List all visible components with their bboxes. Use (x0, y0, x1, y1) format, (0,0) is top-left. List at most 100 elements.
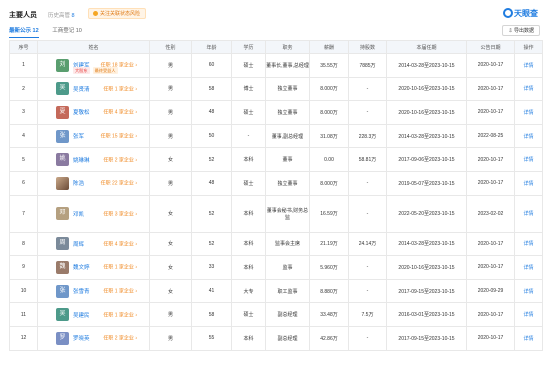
cell-age: 41 (191, 278, 232, 304)
person-name-link[interactable]: 姚琳琳 (73, 156, 90, 164)
details-link[interactable]: 详情 (523, 86, 533, 92)
cell-shares: 7.5万 (348, 302, 387, 327)
col-header-age: 年龄 (191, 40, 232, 54)
related-companies-link[interactable]: 任职 15 家企业 › (101, 133, 137, 140)
cell-gender: 男 (149, 325, 192, 351)
details-link[interactable]: 详情 (523, 63, 533, 69)
cell-name: 周周辉 任职 4 家企业 › (37, 231, 150, 257)
cell-term: 2014-03-28至2023-10-15 (386, 53, 467, 78)
related-companies-link[interactable]: 任职 3 家企业 › (103, 210, 137, 217)
cell-shares: - (348, 255, 387, 280)
col-header-shares[interactable]: 持股数 (348, 40, 387, 54)
details-link[interactable]: 详情 (523, 181, 533, 187)
col-header-term: 本届任期 (386, 40, 467, 54)
export-icon: ⇩ (508, 28, 513, 34)
avatar: 邓 (56, 207, 69, 221)
details-link[interactable]: 详情 (523, 157, 533, 163)
tianyancha-logo: 天眼查 (503, 8, 538, 20)
details-link[interactable]: 详情 (523, 110, 533, 116)
person-name-link[interactable]: 张雪青 (73, 287, 90, 295)
related-companies-link[interactable]: 任职 4 家企业 › (103, 109, 137, 116)
tab-business-registration[interactable]: 工商登记 10 (52, 26, 82, 37)
avatar: 吴 (56, 308, 69, 322)
person-name-link[interactable]: 夏敬松 (73, 108, 90, 116)
cell-action: 详情 (514, 170, 543, 196)
related-companies-link[interactable]: 任职 1 家企业 › (103, 264, 137, 271)
person-name-link[interactable]: 邓凯 (73, 210, 84, 218)
cell-age: 50 (191, 123, 232, 149)
details-link[interactable]: 详情 (523, 289, 533, 295)
cell-position: 独立董事 (265, 100, 310, 125)
cell-position: 副总经理 (265, 325, 310, 351)
person-name-link[interactable]: 吴建民 (73, 311, 90, 319)
cell-gender: 男 (149, 302, 192, 327)
details-link[interactable]: 详情 (523, 241, 533, 247)
related-companies-link[interactable]: 任职 22 家企业 › (101, 180, 137, 187)
details-link[interactable]: 详情 (523, 134, 533, 140)
cell-name: 张张雪青 任职 1 家企业 › (37, 278, 150, 304)
export-data-button[interactable]: ⇩ 导出数据 (502, 25, 540, 36)
cell-index: 10 (9, 278, 38, 304)
cell-salary: 8.880万 (309, 278, 349, 304)
cell-term: 2022-05-20至2023-10-15 (386, 194, 467, 233)
cell-salary: 0.00 (309, 147, 349, 172)
table-row: 4 张张军 任职 15 家企业 › 男 50- 董事,副总经理 31.08万 228.3万 20… (9, 123, 543, 149)
person-name-link[interactable]: 罗晓英 (73, 334, 90, 342)
cell-term: 2014-03-28至2023-10-15 (386, 123, 467, 149)
cell-shares: 58.81万 (348, 147, 387, 172)
avatar: 刘 (56, 58, 69, 72)
cell-age: 48 (191, 100, 232, 125)
cell-index: 2 (9, 76, 38, 102)
cell-salary: 8.000万 (309, 100, 349, 125)
details-link[interactable]: 详情 (523, 312, 533, 318)
related-companies-link[interactable]: 任职 2 家企业 › (103, 156, 137, 163)
cell-shares: - (348, 170, 387, 196)
cell-gender: 女 (149, 278, 192, 304)
cell-announce-date: 2020-10-17 (466, 76, 515, 102)
cell-term: 2020-10-16至2023-10-15 (386, 255, 467, 280)
person-name-link[interactable]: 周辉 (73, 240, 84, 248)
cell-gender: 女 (149, 255, 192, 280)
risk-tag[interactable]: 关注关联状态风险 (88, 8, 147, 19)
cell-announce-date: 2020-10-17 (466, 325, 515, 351)
col-header-education: 学历 (231, 40, 266, 54)
cell-term: 2019-05-07至2023-10-15 (386, 170, 467, 196)
cell-gender: 男 (149, 170, 192, 196)
cell-position: 职工监事 (265, 278, 310, 304)
related-companies-link[interactable]: 任职 1 家企业 › (103, 311, 137, 318)
col-header-name: 姓名 (37, 40, 150, 54)
related-companies-link[interactable]: 任职 2 家企业 › (103, 335, 137, 342)
cell-gender: 男 (149, 53, 192, 78)
cell-shares: - (348, 194, 387, 233)
tab-latest-disclosure[interactable]: 最新公示 12 (9, 26, 39, 38)
related-companies-link[interactable]: 任职 1 家企业 › (103, 85, 137, 92)
cell-salary: 42.86万 (309, 325, 349, 351)
cell-gender: 女 (149, 231, 192, 257)
details-link[interactable]: 详情 (523, 211, 533, 217)
chevron-right-icon: › (135, 133, 137, 140)
person-name-link[interactable]: 魏文婷 (73, 263, 90, 271)
table-row: 5 姚姚琳琳 任职 2 家企业 › 女 52 本科 董事 0.00 58.81万 2017-09-… (9, 147, 543, 172)
cell-announce-date: 2020-09-29 (466, 278, 515, 304)
related-companies-link[interactable]: 任职 1 家企业 › (103, 288, 137, 295)
cell-shares: - (348, 325, 387, 351)
table-row: 3 夏夏敬松 任职 4 家企业 › 男 48 硕士 独立董事 8.000万 -2020-10-1… (9, 100, 543, 125)
cell-position: 监事 (265, 255, 310, 280)
cell-action: 详情 (514, 100, 543, 125)
cell-term: 2017-09-06至2023-10-15 (386, 147, 467, 172)
avatar: 张 (56, 284, 69, 298)
history-executives-link[interactable]: 历史高管 8 (48, 11, 75, 19)
details-link[interactable]: 详情 (523, 265, 533, 271)
person-name-link[interactable]: 吴贤清 (73, 85, 90, 93)
chevron-right-icon: › (135, 211, 137, 218)
chevron-right-icon: › (135, 157, 137, 164)
chevron-right-icon: › (135, 86, 137, 93)
details-link[interactable]: 详情 (523, 336, 533, 342)
cell-position: 董事会秘书,财务总监 (265, 194, 310, 233)
cell-name: 夏夏敬松 任职 4 家企业 › (37, 100, 150, 125)
cell-action: 详情 (514, 278, 543, 304)
col-header-salary[interactable]: 薪酬 (309, 40, 349, 54)
person-name-link[interactable]: 张军 (73, 132, 84, 140)
person-name-link[interactable]: 陈浩 (73, 179, 84, 187)
related-companies-link[interactable]: 任职 4 家企业 › (103, 240, 137, 247)
